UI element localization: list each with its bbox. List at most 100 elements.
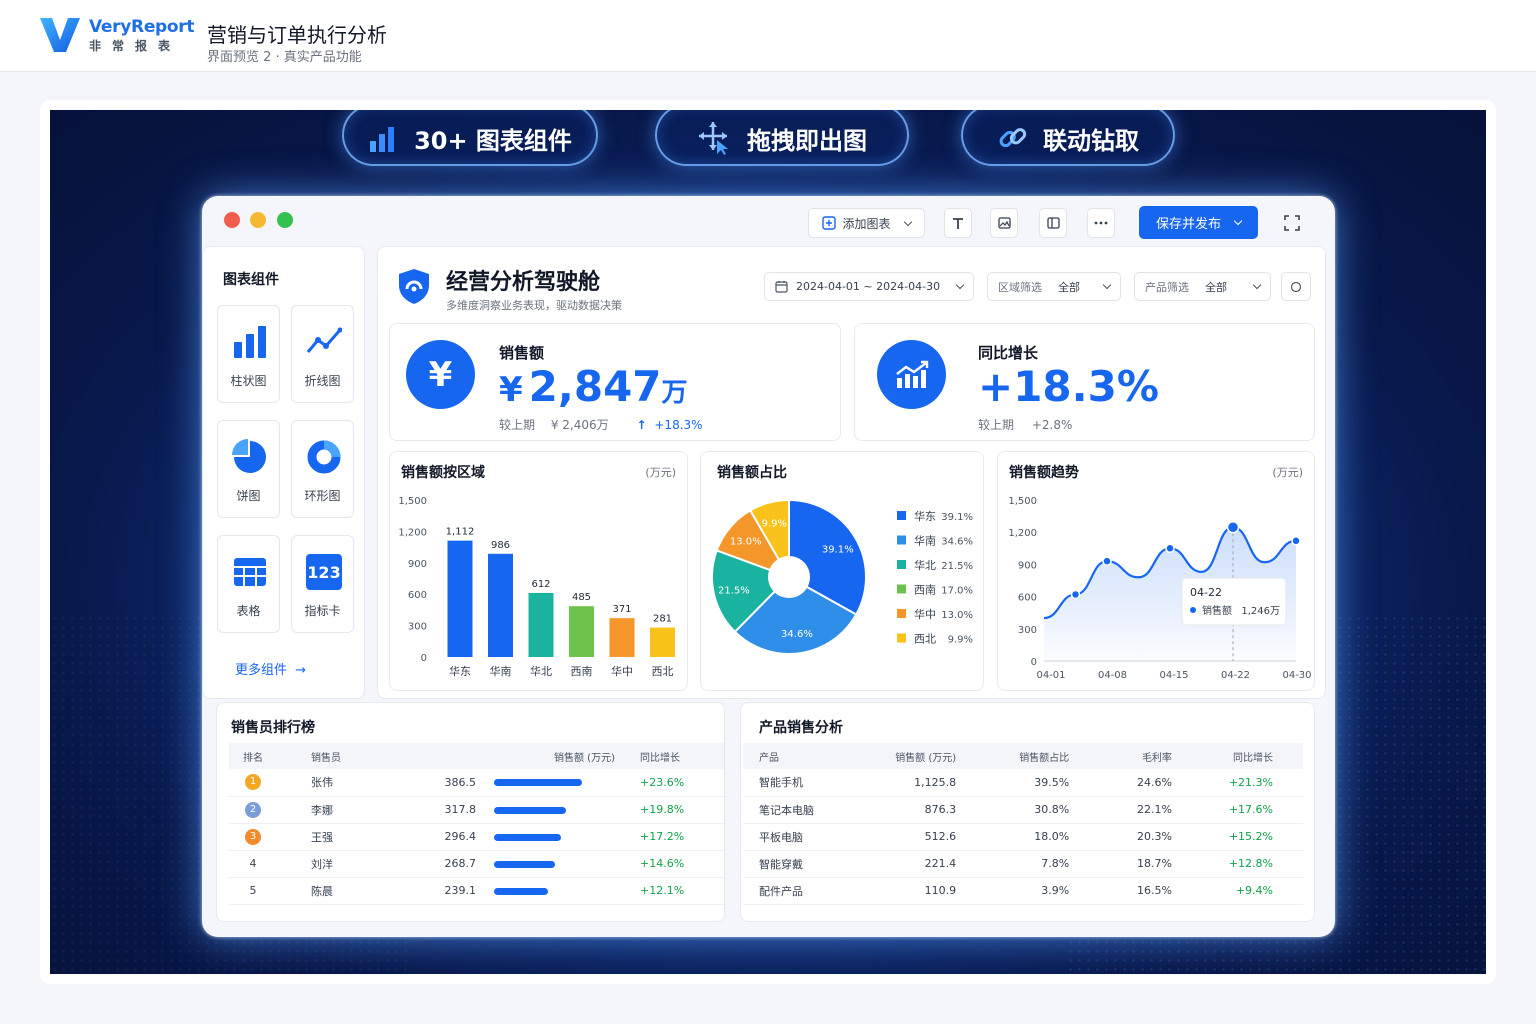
column-header[interactable]: 毛利率 bbox=[1087, 743, 1190, 769]
table-row[interactable]: 2 李娜 317.8 +19.8% bbox=[229, 796, 724, 824]
table-row[interactable]: 智能穿戴 221.4 7.8% 18.7% +12.8% bbox=[743, 850, 1303, 878]
table-row[interactable]: 5 陈晨 239.1 +12.1% bbox=[229, 877, 724, 905]
product-name-cell: 笔记本电脑 bbox=[743, 796, 862, 824]
donut-chart-icon bbox=[307, 440, 341, 474]
window-minimize-dot[interactable] bbox=[250, 212, 266, 228]
bar-华东[interactable] bbox=[447, 540, 473, 657]
legend-label[interactable]: 华东 bbox=[914, 509, 936, 523]
trend-point[interactable] bbox=[1226, 521, 1240, 534]
table-row[interactable]: 3 王强 296.4 +17.2% bbox=[229, 823, 724, 851]
chevron-down-icon bbox=[955, 280, 965, 290]
library-item-label: 饼图 bbox=[236, 489, 261, 503]
y-tick-label: 900 bbox=[1018, 560, 1037, 571]
trend-point[interactable] bbox=[1165, 543, 1175, 554]
sales-cell: 268.7 bbox=[406, 850, 624, 878]
legend-swatch bbox=[897, 560, 906, 569]
feature-pill-charts: 30+ 图表组件 bbox=[342, 110, 598, 166]
rank-medal-icon: 3 bbox=[245, 828, 261, 845]
x-tick-label: 华中 bbox=[611, 664, 633, 678]
kpi-compare-label: 较上期 bbox=[978, 418, 1015, 432]
column-header[interactable]: 销售额 (万元) bbox=[861, 743, 975, 769]
arrow-up-icon: ↑ bbox=[636, 418, 647, 432]
salesperson-cell: 李娜 bbox=[295, 796, 406, 824]
feature-pill-label: 联动钻取 bbox=[1043, 126, 1139, 155]
chart-card-sales-trend[interactable]: 销售额趋势 (万元) 0 300 600 900 1,200 1,500 04-01 04-0… bbox=[997, 451, 1315, 691]
dashboard-shield-icon bbox=[399, 269, 429, 304]
column-header[interactable]: 产品 bbox=[743, 743, 862, 769]
app-window: 添加图表 保存并发布 图表组件 柱状图 折线图 饼图 环形图 表格 123 指标… bbox=[202, 196, 1335, 937]
sales-cell: 386.5 bbox=[406, 769, 624, 797]
product-sales-cell: 221.4 bbox=[861, 850, 975, 878]
column-header[interactable]: 同比增长 bbox=[1189, 743, 1303, 769]
x-tick-label: 04-15 bbox=[1159, 670, 1188, 681]
table-row[interactable]: 平板电脑 512.6 18.0% 20.3% +15.2% bbox=[743, 823, 1303, 851]
trend-point[interactable] bbox=[1102, 556, 1112, 566]
ellipsis-icon bbox=[1094, 221, 1108, 225]
library-item-label: 表格 bbox=[236, 604, 261, 618]
text-tool-button[interactable] bbox=[944, 208, 972, 238]
growth-cell: +23.6% bbox=[624, 769, 724, 797]
bar-华北[interactable] bbox=[528, 592, 554, 657]
column-header[interactable]: 销售额 (万元) bbox=[406, 743, 624, 769]
rank-cell: 1 bbox=[229, 769, 295, 797]
brand-logo[interactable]: VeryReport 非常报表 bbox=[38, 16, 195, 56]
table-row[interactable]: 智能手机 1,125.8 39.5% 24.6% +21.3% bbox=[743, 769, 1303, 797]
chart-card-region-bar[interactable]: 销售额按区域 (万元) 0 300 600 900 1,200 1,500 1,112 华东 9… bbox=[389, 451, 688, 691]
legend-label[interactable]: 西北 bbox=[914, 633, 936, 646]
table-row[interactable]: 1 张伟 386.5 +23.6% bbox=[229, 769, 724, 797]
bar-华南[interactable] bbox=[488, 553, 513, 657]
salesperson-cell: 陈晨 bbox=[295, 877, 406, 905]
dashboard-canvas: 经营分析驾驶舱 多维度洞察业务表现，驱动数据决策 2024-04-01 ~ 20… bbox=[377, 246, 1326, 699]
library-item-bar-chart[interactable]: 柱状图 bbox=[217, 305, 280, 403]
trend-point[interactable] bbox=[1070, 589, 1081, 600]
product-filter[interactable]: 产品筛选 全部 bbox=[1134, 272, 1271, 301]
date-range-value: 2024-04-01 ~ 2024-04-30 bbox=[796, 280, 941, 293]
column-header[interactable]: 销售员 bbox=[295, 743, 406, 769]
image-tool-button[interactable] bbox=[990, 208, 1018, 238]
kpi-value: ¥2,847万 bbox=[499, 362, 688, 411]
kpi-card-sales: ¥ 销售额 ¥2,847万 较上期 ¥ 2,406万 ↑ +18.3% bbox=[389, 323, 841, 441]
trend-point[interactable] bbox=[1291, 536, 1301, 546]
library-item-line-chart[interactable]: 折线图 bbox=[291, 305, 354, 403]
add-chart-button[interactable]: 添加图表 bbox=[808, 208, 925, 238]
library-item-donut-chart[interactable]: 环形图 bbox=[291, 420, 354, 518]
region-filter[interactable]: 区域筛选 全部 bbox=[987, 272, 1121, 301]
yuan-icon: ¥ bbox=[406, 340, 475, 409]
column-header[interactable]: 同比增长 bbox=[624, 743, 724, 769]
save-publish-button[interactable]: 保存并发布 bbox=[1139, 206, 1258, 239]
bar-华中[interactable] bbox=[609, 618, 635, 657]
legend-label[interactable]: 西南 bbox=[914, 584, 936, 597]
table-row[interactable]: 4 刘洋 268.7 +14.6% bbox=[229, 850, 724, 878]
chart-card-share-pie[interactable]: 销售额占比 39.1% 34.6% 21.5% 13.0% 9.9% 华东 39.1% 华南 3… bbox=[700, 451, 984, 691]
layout-tool-button[interactable] bbox=[1039, 208, 1067, 238]
date-range-picker[interactable]: 2024-04-01 ~ 2024-04-30 bbox=[764, 272, 974, 301]
fullscreen-icon[interactable] bbox=[1284, 215, 1300, 231]
kpi-compare: 较上期 +2.8% bbox=[978, 416, 1072, 433]
more-components-link[interactable]: 更多组件 → bbox=[235, 659, 306, 678]
table-row[interactable]: 笔记本电脑 876.3 30.8% 22.1% +17.6% bbox=[743, 796, 1303, 824]
refresh-icon bbox=[1290, 281, 1302, 292]
rank-cell: 4 bbox=[229, 850, 295, 878]
window-maximize-dot[interactable] bbox=[277, 212, 293, 228]
table-row[interactable]: 配件产品 110.9 3.9% 16.5% +9.4% bbox=[743, 877, 1303, 905]
y-tick-label: 1,200 bbox=[1008, 528, 1037, 539]
legend-label[interactable]: 华北 bbox=[914, 558, 936, 572]
calendar-icon bbox=[775, 281, 788, 293]
kpi-compare-value: +2.8% bbox=[1031, 418, 1073, 432]
library-item-metric-card[interactable]: 123 指标卡 bbox=[291, 535, 354, 633]
dashboard-subtitle: 多维度洞察业务表现，驱动数据决策 bbox=[446, 299, 622, 312]
refresh-button[interactable] bbox=[1281, 272, 1311, 301]
bar-西南[interactable] bbox=[569, 606, 594, 657]
column-header[interactable]: 销售额占比 bbox=[974, 743, 1088, 769]
library-item-pie-chart[interactable]: 饼图 bbox=[217, 420, 280, 518]
library-item-table[interactable]: 表格 bbox=[217, 535, 280, 633]
column-header[interactable]: 排名 bbox=[229, 743, 295, 769]
more-options-button[interactable] bbox=[1087, 208, 1115, 238]
legend-label[interactable]: 华中 bbox=[914, 607, 936, 621]
bar-西北[interactable] bbox=[650, 627, 675, 657]
rank-cell: 2 bbox=[229, 796, 295, 824]
rank-medal-icon: 2 bbox=[245, 801, 261, 818]
sales-value: 386.5 bbox=[444, 775, 477, 789]
legend-label[interactable]: 华南 bbox=[914, 534, 936, 548]
window-close-dot[interactable] bbox=[224, 212, 240, 228]
